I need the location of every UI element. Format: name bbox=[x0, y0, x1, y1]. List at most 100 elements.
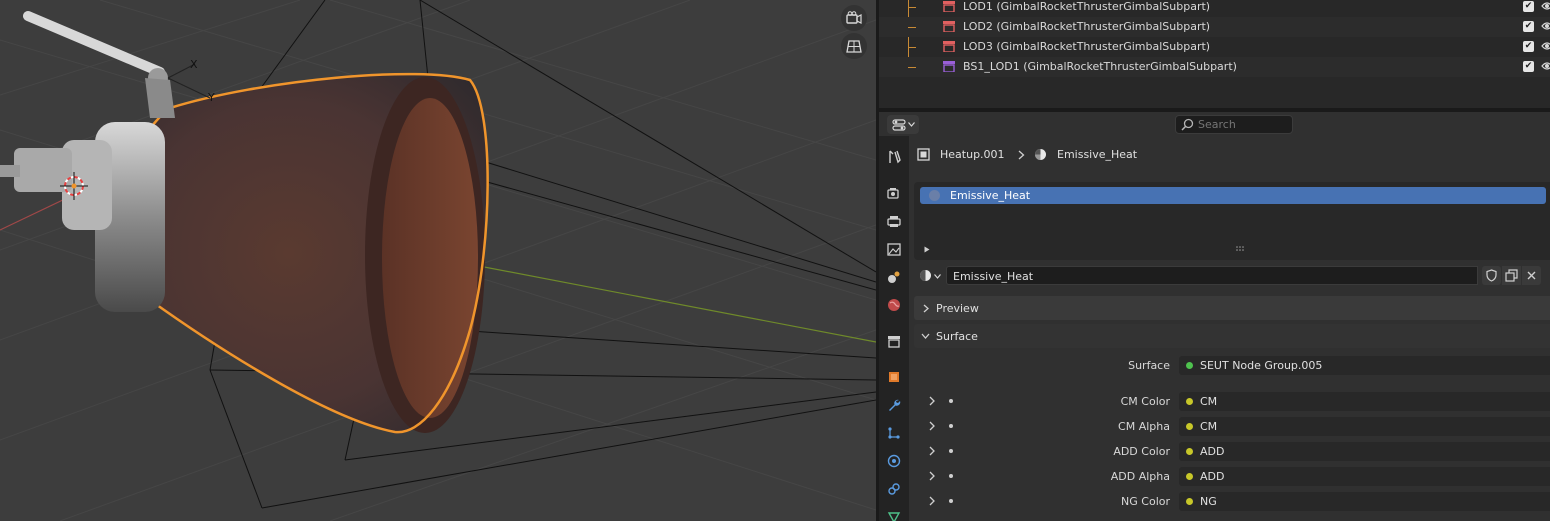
eye-icon[interactable] bbox=[1541, 0, 1550, 12]
particles-icon bbox=[888, 427, 900, 439]
grid-perspective-icon bbox=[846, 40, 862, 53]
material-browse-icon bbox=[920, 270, 931, 281]
socket-icon bbox=[1186, 398, 1193, 405]
duplicate-material-button[interactable] bbox=[1502, 266, 1521, 285]
outliner-row[interactable]: LOD3 (GimbalRocketThrusterGimbalSubpart)… bbox=[879, 37, 1550, 57]
input-value-field[interactable]: ADD bbox=[1179, 442, 1550, 461]
input-value-field[interactable]: ADD bbox=[1179, 467, 1550, 486]
search-icon bbox=[1181, 118, 1194, 131]
tab-object[interactable] bbox=[883, 366, 905, 388]
collection-icon bbox=[943, 41, 955, 52]
editor-type-selector[interactable] bbox=[887, 115, 919, 134]
hierarchy-branch bbox=[908, 67, 916, 68]
fake-user-button[interactable] bbox=[1482, 266, 1501, 285]
3d-viewport[interactable]: X Y bbox=[0, 0, 876, 521]
tab-data[interactable] bbox=[883, 506, 905, 521]
exclude-checkbox[interactable]: ✔ bbox=[1523, 61, 1534, 72]
material-slot-list[interactable]: Emissive_Heat bbox=[914, 182, 1550, 260]
browse-material-button[interactable] bbox=[917, 266, 943, 285]
input-value: CM bbox=[1200, 395, 1218, 408]
close-icon bbox=[1527, 271, 1536, 280]
material-name-field[interactable]: Emissive_Heat bbox=[946, 266, 1478, 285]
duplicate-icon bbox=[1505, 269, 1518, 282]
input-label: NG Color bbox=[1121, 495, 1170, 508]
tab-scene[interactable] bbox=[883, 266, 905, 288]
input-link-bullet bbox=[949, 424, 953, 428]
input-value: ADD bbox=[1200, 470, 1225, 483]
search-input[interactable] bbox=[1198, 116, 1288, 133]
exclude-checkbox[interactable]: ✔ bbox=[1523, 41, 1534, 52]
chevron-right-icon[interactable] bbox=[927, 421, 937, 431]
tab-tool[interactable] bbox=[883, 146, 905, 168]
chevron-right-icon[interactable] bbox=[927, 471, 937, 481]
gimbal-rod[interactable] bbox=[23, 11, 165, 77]
exclude-checkbox[interactable]: ✔ bbox=[1523, 21, 1534, 32]
camera-view-toggle-button[interactable] bbox=[841, 5, 867, 31]
rod-bracket bbox=[145, 78, 175, 118]
gizmo-x-label: X bbox=[190, 58, 198, 71]
properties-header bbox=[879, 112, 1550, 136]
chevron-down-icon bbox=[907, 122, 915, 127]
outliner-row-label: LOD2 (GimbalRocketThrusterGimbalSubpart) bbox=[963, 20, 1211, 33]
outliner-row[interactable]: BS1_LOD1 (GimbalRocketThrusterGimbalSubp… bbox=[879, 57, 1550, 77]
view-layer-icon bbox=[887, 242, 901, 256]
tab-view-layer[interactable] bbox=[883, 238, 905, 260]
tab-constraints[interactable] bbox=[883, 478, 905, 500]
properties-editor[interactable]: Heatup.001 Emissive_Heat Emissive_Heat E… bbox=[879, 112, 1550, 521]
eye-icon[interactable] bbox=[1541, 40, 1550, 52]
expand-arrow-icon[interactable] bbox=[924, 246, 930, 253]
chevron-right-icon[interactable] bbox=[927, 446, 937, 456]
input-value-field[interactable]: CM bbox=[1179, 392, 1550, 411]
tab-render[interactable] bbox=[883, 182, 905, 204]
input-value-field[interactable]: NG bbox=[1179, 492, 1550, 511]
tab-world[interactable] bbox=[883, 294, 905, 316]
chevron-right-icon bbox=[923, 304, 929, 313]
input-value-field[interactable]: CM bbox=[1179, 417, 1550, 436]
material-datablock-row: Emissive_Heat bbox=[915, 266, 1550, 286]
chevron-right-icon[interactable] bbox=[927, 396, 937, 406]
surface-shader-field[interactable]: SEUT Node Group.005 bbox=[1179, 356, 1550, 375]
outliner-row[interactable]: LOD2 (GimbalRocketThrusterGimbalSubpart)… bbox=[879, 17, 1550, 37]
outliner-row-label: LOD3 (GimbalRocketThrusterGimbalSubpart) bbox=[963, 40, 1211, 53]
world-icon bbox=[888, 299, 900, 311]
surface-shader-value: SEUT Node Group.005 bbox=[1200, 359, 1323, 372]
output-icon bbox=[887, 215, 901, 227]
outliner-row[interactable]: LOD1 (GimbalRocketThrusterGimbalSubpart)… bbox=[879, 0, 1550, 17]
shader-socket-icon bbox=[1186, 362, 1193, 369]
tab-collection[interactable] bbox=[883, 330, 905, 352]
perspective-toggle-button[interactable] bbox=[841, 33, 867, 59]
preview-panel-header[interactable]: Preview bbox=[914, 296, 1550, 320]
material-slot-label: Emissive_Heat bbox=[950, 189, 1031, 202]
material-slot-item[interactable]: Emissive_Heat bbox=[920, 187, 1546, 204]
tab-particles[interactable] bbox=[883, 422, 905, 444]
eye-icon[interactable] bbox=[1541, 20, 1550, 32]
input-link-bullet bbox=[949, 449, 953, 453]
properties-editor-icon bbox=[891, 118, 906, 131]
tab-output[interactable] bbox=[883, 210, 905, 232]
eye-icon[interactable] bbox=[1541, 60, 1550, 72]
input-label: ADD Color bbox=[1113, 445, 1170, 458]
input-value: ADD bbox=[1200, 445, 1225, 458]
breadcrumb-material: Emissive_Heat bbox=[1057, 148, 1138, 161]
mesh-data-icon bbox=[887, 512, 901, 521]
exclude-checkbox[interactable]: ✔ bbox=[1523, 1, 1534, 12]
surface-panel-header[interactable]: Surface bbox=[914, 324, 1550, 348]
chevron-right-icon[interactable] bbox=[927, 496, 937, 506]
tab-physics[interactable] bbox=[883, 450, 905, 472]
outliner-panel[interactable]: LOD1 (GimbalRocketThrusterGimbalSubpart)… bbox=[879, 0, 1550, 108]
tab-modifiers[interactable] bbox=[883, 394, 905, 416]
surface-label: Surface bbox=[1128, 359, 1170, 372]
material-properties: Heatup.001 Emissive_Heat Emissive_Heat E… bbox=[911, 136, 1550, 521]
surface-panel-title: Surface bbox=[936, 330, 978, 343]
material-name-value: Emissive_Heat bbox=[953, 270, 1034, 283]
unlink-material-button[interactable] bbox=[1522, 266, 1541, 285]
physics-icon bbox=[887, 454, 901, 468]
constraints-icon bbox=[888, 483, 900, 495]
search-field[interactable] bbox=[1175, 115, 1293, 134]
hierarchy-branch bbox=[908, 7, 916, 8]
input-label: ADD Alpha bbox=[1110, 470, 1170, 483]
collection-icon bbox=[943, 61, 955, 72]
viewport-scene[interactable]: X Y bbox=[0, 0, 876, 521]
resize-handle-icon[interactable] bbox=[1236, 246, 1246, 252]
shield-icon bbox=[1486, 269, 1497, 282]
